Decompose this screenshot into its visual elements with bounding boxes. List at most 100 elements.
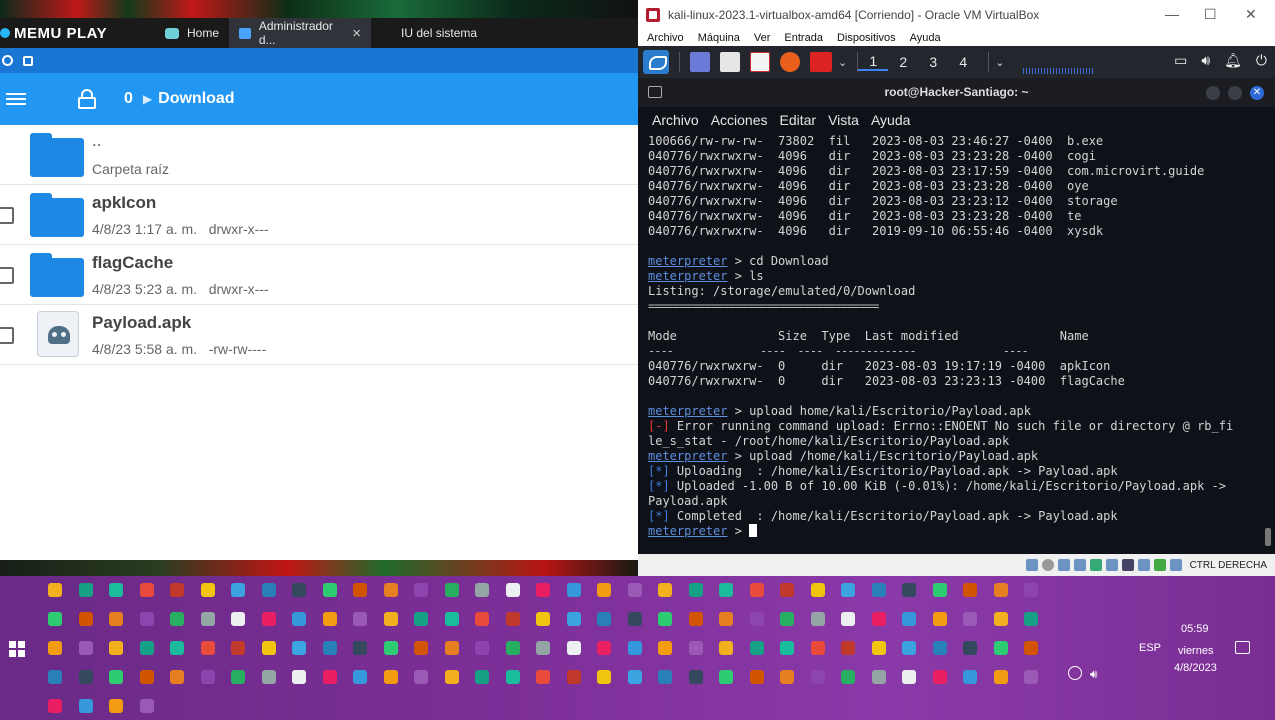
desktop-shortcut-icon[interactable] bbox=[353, 670, 367, 684]
desktop-shortcut-icon[interactable] bbox=[902, 612, 916, 626]
breadcrumb-root[interactable]: 0 bbox=[124, 90, 133, 108]
desktop-shortcut-icon[interactable] bbox=[383, 641, 398, 655]
usb-icon[interactable] bbox=[1089, 559, 1102, 571]
text-editor-icon[interactable] bbox=[750, 52, 770, 72]
desktop-shortcut-icon[interactable] bbox=[810, 583, 825, 597]
desktop-shortcut-icon[interactable] bbox=[749, 670, 764, 684]
hamburger-menu-icon[interactable] bbox=[6, 93, 26, 105]
desktop-shortcut-icon[interactable] bbox=[200, 670, 215, 684]
desktop-shortcut-icon[interactable] bbox=[475, 583, 489, 597]
desktop-shortcut-icon[interactable] bbox=[566, 583, 581, 597]
language-indicator[interactable]: ESP bbox=[1139, 642, 1161, 654]
desktop-shortcut-icon[interactable] bbox=[109, 641, 123, 655]
desktop-shortcut-icon[interactable] bbox=[78, 641, 93, 655]
term-menu-vista[interactable]: Vista bbox=[828, 112, 859, 128]
desktop-icon[interactable] bbox=[690, 52, 710, 72]
workspace-3[interactable]: 3 bbox=[918, 54, 948, 70]
desktop-shortcut-icon[interactable] bbox=[170, 583, 184, 597]
desktop-shortcut-icon[interactable] bbox=[993, 583, 1008, 597]
desktop-shortcut-icon[interactable] bbox=[810, 641, 825, 655]
desktop-shortcut-icon[interactable] bbox=[658, 612, 672, 626]
desktop-shortcut-icon[interactable] bbox=[536, 583, 550, 597]
desktop-shortcut-icon[interactable] bbox=[963, 612, 977, 626]
display-icon[interactable]: ▭ bbox=[1174, 52, 1187, 69]
term-menu-editar[interactable]: Editar bbox=[780, 112, 817, 128]
desktop-shortcut-icon[interactable] bbox=[292, 583, 306, 597]
windows-start-icon[interactable] bbox=[9, 641, 25, 657]
desktop-shortcut-icon[interactable] bbox=[231, 670, 245, 684]
list-item[interactable]: apkIcon 4/8/23 1:17 a. m. drwxr-x--- bbox=[0, 185, 638, 245]
clock-date[interactable]: 4/8/2023 bbox=[1174, 662, 1217, 674]
desktop-shortcut-icon[interactable] bbox=[78, 699, 93, 713]
speaker-icon[interactable]: 🔊︎ bbox=[1090, 667, 1098, 682]
desktop-shortcut-icon[interactable] bbox=[1024, 612, 1038, 626]
desktop-shortcut-icon[interactable] bbox=[48, 641, 62, 655]
desktop-shortcut-icon[interactable] bbox=[444, 670, 459, 684]
desktop-shortcut-icon[interactable] bbox=[963, 641, 977, 655]
desktop-shortcut-icon[interactable] bbox=[322, 612, 337, 626]
desktop-shortcut-icon[interactable] bbox=[719, 670, 733, 684]
desktop-shortcut-icon[interactable] bbox=[383, 670, 398, 684]
desktop-shortcut-icon[interactable] bbox=[566, 641, 581, 655]
desktop-shortcut-icon[interactable] bbox=[688, 670, 703, 684]
desktop-shortcut-icon[interactable] bbox=[78, 583, 93, 597]
desktop-shortcut-icon[interactable] bbox=[170, 670, 184, 684]
notification-center-icon[interactable] bbox=[1235, 641, 1250, 654]
desktop-shortcut-icon[interactable] bbox=[749, 641, 764, 655]
menu-ayuda[interactable]: Ayuda bbox=[910, 32, 941, 44]
term-menu-archivo[interactable]: Archivo bbox=[652, 112, 699, 128]
desktop-shortcut-icon[interactable] bbox=[231, 583, 245, 597]
desktop-shortcut-icon[interactable] bbox=[597, 641, 611, 655]
close-icon[interactable]: ✕ bbox=[1245, 6, 1257, 23]
term-menu-ayuda[interactable]: Ayuda bbox=[871, 112, 910, 128]
desktop-shortcut-icon[interactable] bbox=[444, 583, 459, 597]
desktop-shortcut-icon[interactable] bbox=[780, 641, 794, 655]
desktop-shortcut-icon[interactable] bbox=[475, 612, 489, 626]
select-checkbox[interactable] bbox=[0, 267, 14, 284]
desktop-shortcut-icon[interactable] bbox=[109, 612, 123, 626]
desktop-shortcut-icon[interactable] bbox=[993, 612, 1008, 626]
desktop-shortcut-icon[interactable] bbox=[536, 612, 550, 626]
desktop-shortcut-icon[interactable] bbox=[688, 583, 703, 597]
desktop-shortcut-icon[interactable] bbox=[383, 583, 398, 597]
desktop-shortcut-icon[interactable] bbox=[749, 612, 764, 626]
desktop-shortcut-icon[interactable] bbox=[261, 583, 276, 597]
bell-icon[interactable]: 🔔︎ bbox=[1224, 52, 1242, 69]
clock-day[interactable]: viernes bbox=[1178, 645, 1213, 657]
desktop-shortcut-icon[interactable] bbox=[139, 699, 154, 713]
shared-folder-icon[interactable] bbox=[1105, 559, 1118, 571]
scrollbar[interactable] bbox=[1265, 528, 1271, 546]
close-icon[interactable]: ✕ bbox=[1250, 86, 1264, 100]
desktop-shortcut-icon[interactable] bbox=[902, 583, 916, 597]
desktop-shortcut-icon[interactable] bbox=[170, 641, 184, 655]
desktop-shortcut-icon[interactable] bbox=[993, 641, 1008, 655]
desktop-shortcut-icon[interactable] bbox=[48, 699, 62, 713]
desktop-shortcut-icon[interactable] bbox=[871, 612, 886, 626]
tab-home[interactable]: Home bbox=[155, 18, 229, 48]
optical-drive-icon[interactable] bbox=[1041, 559, 1054, 571]
power-icon[interactable]: ⏻ bbox=[1256, 52, 1267, 69]
desktop-shortcut-icon[interactable] bbox=[658, 641, 672, 655]
desktop-shortcut-icon[interactable] bbox=[414, 641, 428, 655]
desktop-shortcut-icon[interactable] bbox=[658, 583, 672, 597]
desktop-shortcut-icon[interactable] bbox=[292, 670, 306, 684]
recording-icon[interactable] bbox=[1137, 559, 1150, 571]
desktop-shortcut-icon[interactable] bbox=[719, 641, 733, 655]
terminal-output[interactable]: 100666/rw-rw-rw- 73802 fil 2023-08-03 23… bbox=[648, 134, 1268, 539]
minimize-icon[interactable]: — bbox=[1165, 6, 1179, 22]
desktop-shortcut-icon[interactable] bbox=[109, 670, 123, 684]
audio-icon[interactable] bbox=[1057, 559, 1070, 571]
desktop-shortcut-icon[interactable] bbox=[231, 641, 245, 655]
menu-entrada[interactable]: Entrada bbox=[784, 32, 823, 44]
volume-icon[interactable]: 🔊︎ bbox=[1201, 52, 1210, 69]
list-item[interactable]: Payload.apk 4/8/23 5:58 a. m. -rw-rw---- bbox=[0, 305, 638, 365]
desktop-shortcut-icon[interactable] bbox=[536, 641, 550, 655]
desktop-shortcut-icon[interactable] bbox=[353, 641, 367, 655]
desktop-shortcut-icon[interactable] bbox=[658, 670, 672, 684]
desktop-shortcut-icon[interactable] bbox=[871, 641, 886, 655]
desktop-shortcut-icon[interactable] bbox=[322, 641, 337, 655]
desktop-shortcut-icon[interactable] bbox=[627, 583, 642, 597]
tab-file-manager[interactable]: Administrador d... × bbox=[229, 18, 372, 48]
desktop-shortcut-icon[interactable] bbox=[902, 641, 916, 655]
clock-time[interactable]: 05:59 bbox=[1181, 623, 1209, 635]
